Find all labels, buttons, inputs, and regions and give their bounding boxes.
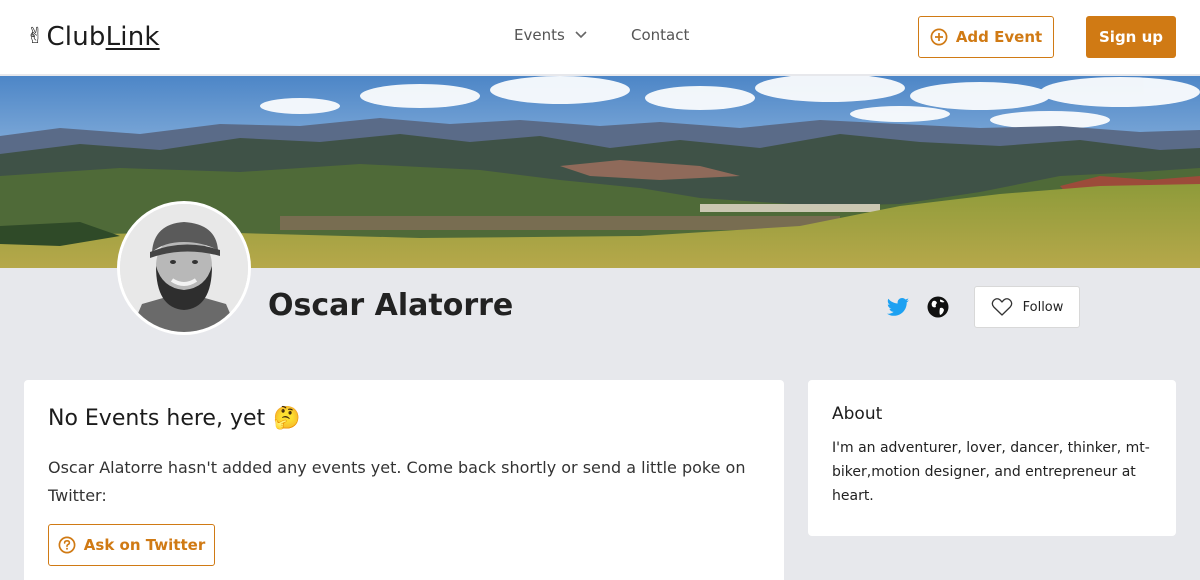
nav-events-label: Events (514, 26, 565, 44)
logo-wordmark: ClubLink (46, 22, 160, 52)
events-card: No Events here, yet 🤔 Oscar Alatorre has… (24, 380, 784, 580)
events-heading-text: No Events here, yet (48, 406, 266, 431)
events-empty-message: Oscar Alatorre hasn't added any events y… (48, 458, 746, 505)
question-circle-icon (58, 536, 76, 554)
ask-on-twitter-button[interactable]: Ask on Twitter (48, 524, 215, 566)
clublink-logo[interactable]: ✌ ClubLink (26, 22, 160, 52)
profile-name: Oscar Alatorre (268, 288, 514, 323)
profile-avatar (117, 201, 251, 335)
add-event-label: Add Event (955, 28, 1043, 46)
about-card: About I'm an adventurer, lover, dancer, … (808, 380, 1176, 536)
globe-icon[interactable] (927, 296, 949, 318)
nav-contact-link[interactable]: Contact (631, 26, 689, 44)
heart-icon (991, 298, 1012, 316)
about-bio: I'm an adventurer, lover, dancer, thinke… (832, 440, 1150, 504)
plus-circle-icon (930, 28, 948, 46)
site-header: ✌ ClubLink Events Contact Add Event Sign… (0, 0, 1200, 74)
add-event-button[interactable]: Add Event (918, 16, 1054, 58)
thinking-face-icon: 🤔 (273, 406, 301, 431)
nav-events-dropdown[interactable]: Events (514, 26, 587, 44)
ask-on-twitter-label: Ask on Twitter (83, 536, 206, 554)
events-heading: No Events here, yet 🤔 (48, 406, 301, 431)
chevron-down-icon (575, 31, 587, 39)
follow-button[interactable]: Follow (974, 286, 1080, 328)
signup-button[interactable]: Sign up (1086, 16, 1176, 58)
about-heading: About (832, 404, 883, 424)
follow-label: Follow (1022, 299, 1064, 315)
twitter-icon[interactable] (886, 295, 910, 319)
victory-hand-icon: ✌ (26, 24, 45, 49)
